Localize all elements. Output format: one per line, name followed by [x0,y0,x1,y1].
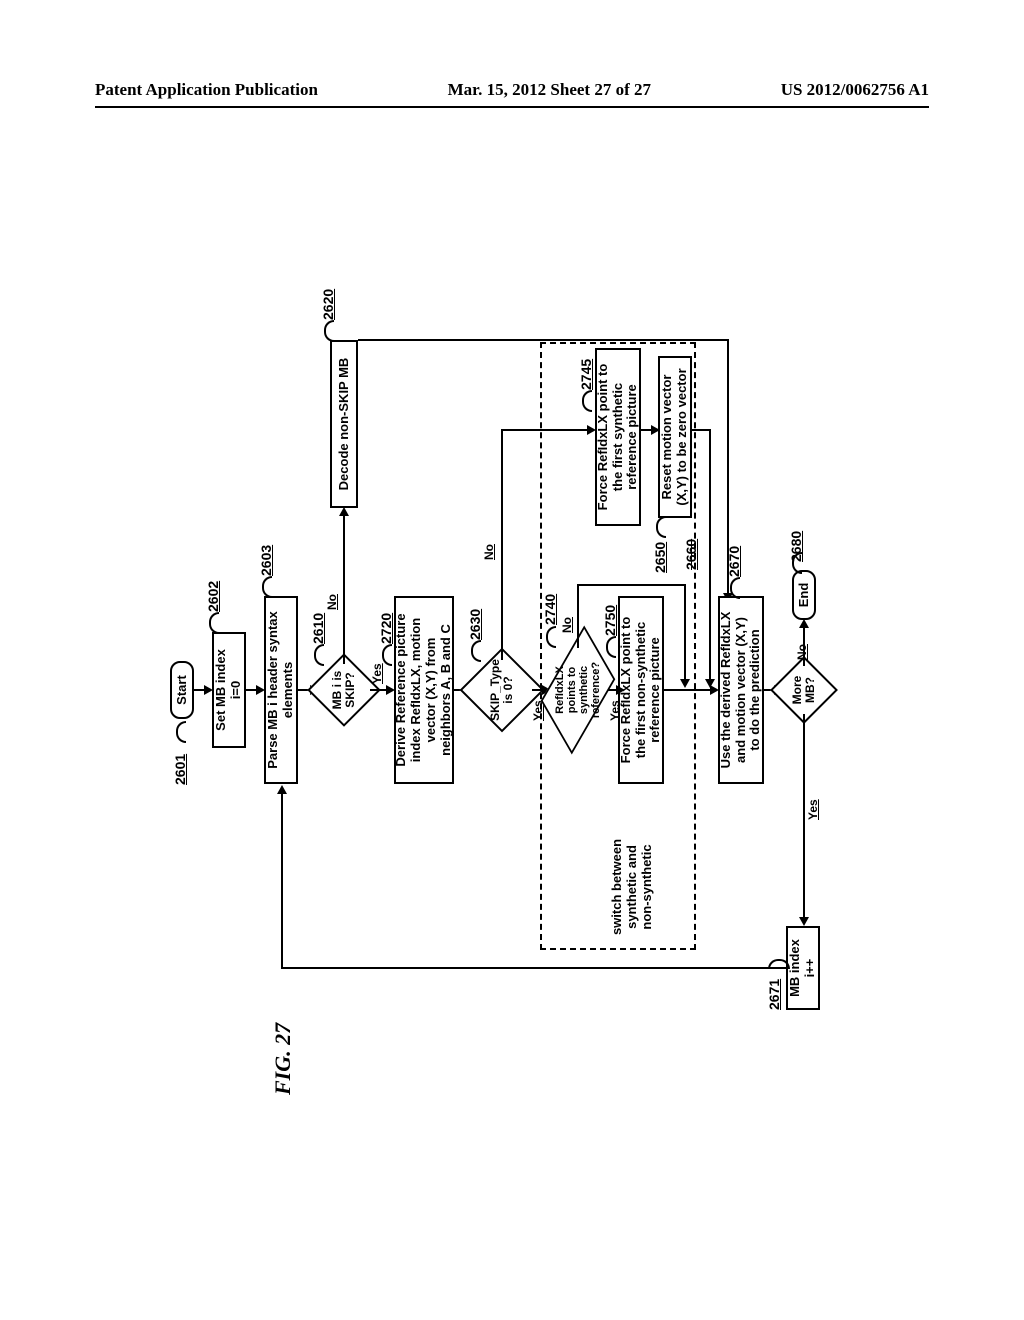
node-set-index: Set MB index i=0 [212,632,246,748]
arrh-2740-2750 [616,685,625,695]
lbl-skip-no: No [325,594,339,610]
arr-2750-2670 [664,689,712,691]
header-rule [95,106,929,108]
node-points-q: RefIdxLX points to synthetic reference? [548,648,608,732]
node-reset-mv: Reset motion vector (X,Y) to be zero vec… [658,356,692,518]
ref-2630: 2630 [467,609,483,640]
label-points-q: RefIdxLX points to synthetic reference? [548,648,608,732]
lbl-skip-yes: Yes [370,663,384,684]
node-more-q: More MB? [780,666,828,714]
lbl-more-no: No [795,644,809,660]
curl-2680 [792,552,802,574]
curl-2603 [262,576,272,598]
arrh-loop [277,785,287,794]
figure-label: FIG. 27 [270,1023,296,1095]
arr-2620-down [358,339,728,341]
arrh-pts-no [680,679,690,688]
arr-loop-up [282,967,786,969]
node-skip-type-q: SKIP_Type is 0? [472,660,532,720]
curl-2610 [314,644,324,666]
ref-2720: 2720 [378,613,394,644]
node-decode-nonskip: Decode non-SKIP MB [330,340,358,508]
label-skip-type-q: SKIP_Type is 0? [472,660,532,720]
anno-switch: switch between synthetic and non-synthet… [610,832,655,942]
arrh-skip-no [339,507,349,516]
ref-2670: 2670 [726,546,742,577]
node-parse: Parse MB i header syntax elements [264,596,298,784]
header-mid: Mar. 15, 2012 Sheet 27 of 27 [448,80,651,100]
header-left: Patent Application Publication [95,80,318,100]
node-force-syn: Force RefIdxLX point to the first synthe… [595,348,641,526]
arr-loop-right [281,792,283,969]
ref-2602: 2602 [205,581,221,612]
lbl-pts-no: No [560,617,574,633]
arr-skip-no-h [343,514,345,664]
arrh-more-no [799,619,809,628]
ref-2745: 2745 [578,359,594,390]
arr-2650-left [709,429,711,680]
header-right: US 2012/0062756 A1 [781,80,929,100]
node-start: Start [170,661,194,719]
ref-2610: 2610 [310,613,326,644]
arr-pts-no-h [577,585,579,648]
label-more-q: More MB? [780,666,828,714]
arrh-more-yes [799,917,809,926]
ref-2740: 2740 [542,594,558,625]
arr-pts-no-v [577,584,685,586]
label-skip-q: MB i is SKIP? [318,664,370,716]
node-derive: Derive Reference picture index RefIdxLX,… [394,596,454,784]
arr-more-yes-h [803,714,805,918]
lbl-st-no: No [482,544,496,560]
curl-2601 [176,721,186,743]
curl-2620 [324,320,334,342]
lbl-more-yes: Yes [806,799,820,820]
ref-2601: 2601 [172,754,188,785]
ref-2750: 2750 [602,605,618,636]
node-use-pred: Use the derived RefIdxLX and motion vect… [718,596,764,784]
ref-2660: 2660 [683,539,699,570]
ref-2650: 2650 [652,542,668,573]
arr-st-no-h [501,430,503,660]
curl-2630 [471,640,481,662]
curl-2602 [209,612,219,634]
node-skip-q: MB i is SKIP? [318,664,370,716]
ref-2620: 2620 [320,289,336,320]
arr-more-no [803,626,805,666]
ref-2671: 2671 [766,979,782,1010]
ref-2603: 2603 [258,545,274,576]
diagram-area: FIG. 27 Start 2601 Set MB index i=0 2602… [170,200,840,1120]
arr-2650-down [692,429,710,431]
arr-pts-no-h2 [684,584,686,680]
node-mb-index: MB index i++ [786,926,820,1010]
node-end: End [792,570,816,620]
